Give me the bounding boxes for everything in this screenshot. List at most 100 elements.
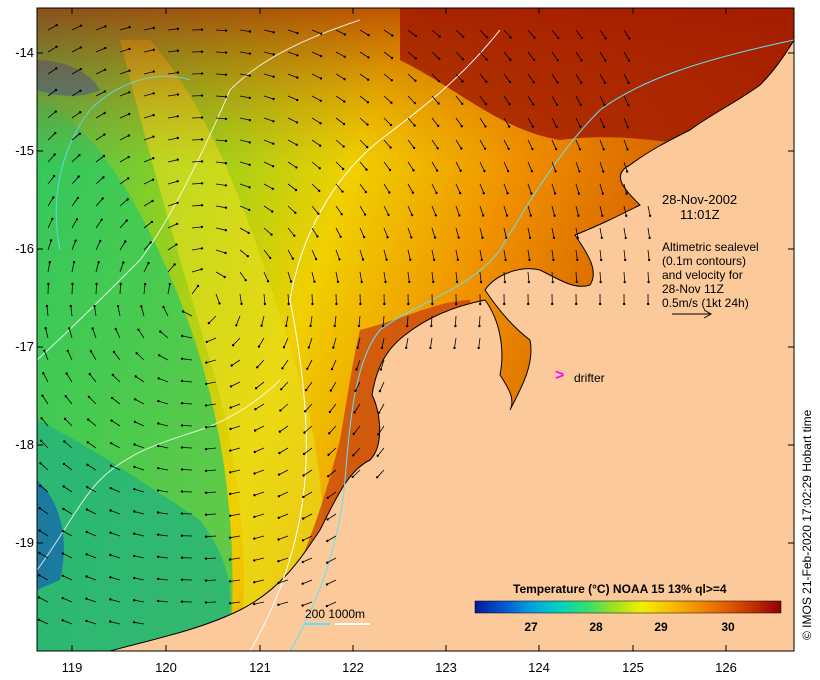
velocity-arrow-head xyxy=(228,602,232,605)
velocity-arrow xyxy=(205,601,217,603)
velocity-arrow-head xyxy=(55,45,58,48)
velocity-arrow-head xyxy=(385,258,388,261)
velocity-arrow-head xyxy=(246,255,249,258)
velocity-arrow-head xyxy=(156,533,160,536)
velocity-arrow-head xyxy=(330,367,334,371)
velocity-arrow-head xyxy=(532,58,536,62)
velocity-arrow-head xyxy=(229,385,233,388)
velocity-arrow-head xyxy=(438,57,441,60)
velocity-arrow-head xyxy=(71,282,74,286)
velocity-arrow-head xyxy=(301,539,305,542)
velocity-arrow-head xyxy=(390,79,393,82)
velocity-arrow-head xyxy=(328,432,331,435)
velocity-arrow-head xyxy=(133,443,136,446)
velocity-arrow-head xyxy=(52,196,55,199)
velocity-arrow-head xyxy=(319,77,323,80)
velocity-arrow-head xyxy=(256,366,259,369)
velocity-arrow-head xyxy=(319,144,322,147)
velocity-arrow-head xyxy=(134,398,137,401)
velocity-arrow-head xyxy=(110,396,114,400)
velocity-arrow-head xyxy=(575,280,578,284)
velocity-arrow-head xyxy=(110,419,113,422)
velocity-arrow-head xyxy=(62,462,66,466)
velocity-arrow-head xyxy=(204,601,208,604)
velocity-arrow-head xyxy=(61,552,65,555)
velocity-arrow-head xyxy=(104,25,107,28)
velocity-arrow-head xyxy=(278,451,281,455)
velocity-arrow-head xyxy=(133,599,136,602)
velocity-arrow-head xyxy=(628,37,631,40)
velocity-arrow-head xyxy=(646,302,650,306)
velocity-arrow-head xyxy=(180,379,184,383)
velocity-arrow-head xyxy=(532,103,535,106)
velocity-arrow-head xyxy=(460,125,463,128)
velocity-arrow-head xyxy=(438,35,441,38)
velocity-arrow-head xyxy=(277,560,280,563)
velocity-arrow-head xyxy=(359,302,362,306)
velocity-arrow-head xyxy=(109,487,113,490)
velocity-arrow-head xyxy=(333,324,336,328)
velocity-arrow-head xyxy=(456,258,460,261)
velocity-arrow-head xyxy=(147,261,150,265)
velocity-arrow-head xyxy=(102,154,106,158)
velocity-arrow-head xyxy=(196,284,200,288)
velocity-arrow-head xyxy=(53,153,56,156)
velocity-arrow-head xyxy=(387,213,390,217)
velocity-arrow-head xyxy=(86,486,89,489)
velocity-arrow-head xyxy=(311,302,314,306)
y-tick-label: -19 xyxy=(15,535,34,550)
velocity-arrow-head xyxy=(329,389,332,392)
velocity-arrow-head xyxy=(307,346,310,349)
velocity-arrow-head xyxy=(414,79,417,83)
velocity-arrow-head xyxy=(309,324,312,328)
velocity-arrow-head xyxy=(114,327,117,331)
velocity-arrow-head xyxy=(180,446,184,449)
velocity-arrow-head xyxy=(318,167,321,170)
velocity-arrow-head xyxy=(61,596,64,600)
velocity-arrow-head xyxy=(180,357,184,360)
drifter-icon: > xyxy=(555,367,565,384)
velocity-arrow-head xyxy=(97,261,100,264)
velocity-arrow-head xyxy=(529,214,532,217)
velocity-arrow-head xyxy=(437,80,441,83)
velocity-arrow-head xyxy=(229,427,232,431)
velocity-arrow-head xyxy=(45,304,49,308)
velocity-arrow-head xyxy=(277,473,281,476)
velocity-arrow-head xyxy=(272,31,275,34)
velocity-arrow-head xyxy=(484,125,487,128)
velocity-arrow-head xyxy=(626,126,630,129)
velocity-arrow-head xyxy=(555,125,558,129)
velocity-arrow-head xyxy=(625,170,629,173)
velocity-arrow-head xyxy=(156,489,160,492)
velocity-arrow-head xyxy=(365,145,369,149)
velocity-arrow-head xyxy=(200,225,204,229)
velocity-arrow-head xyxy=(38,507,41,510)
x-tick-label: 124 xyxy=(528,660,550,675)
velocity-arrow-head xyxy=(253,515,256,519)
velocity-arrow-head xyxy=(433,236,437,239)
velocity-arrow-head xyxy=(135,352,138,355)
velocity-arrow-head xyxy=(295,143,298,146)
velocity-arrow-head xyxy=(253,537,256,540)
velocity-arrow-head xyxy=(103,90,107,93)
velocity-arrow-head xyxy=(254,408,257,411)
velocity-arrow-head xyxy=(128,91,131,94)
velocity-arrow-head xyxy=(508,103,511,106)
velocity-arrow-head xyxy=(109,620,112,623)
velocity-arrow-head xyxy=(460,147,463,150)
velocity-arrow-head xyxy=(343,78,346,81)
velocity-arrow-head xyxy=(103,68,107,72)
velocity-arrow-head xyxy=(200,204,204,207)
velocity-arrow-head xyxy=(531,125,535,128)
velocity-arrow-head xyxy=(407,302,410,306)
velocity-arrow-head xyxy=(506,169,510,173)
velocity-arrow-head xyxy=(109,464,113,467)
velocity-arrow-head xyxy=(269,256,272,260)
velocity-arrow-head xyxy=(429,346,432,350)
velocity-arrow-head xyxy=(62,507,65,511)
velocity-arrow-head xyxy=(152,26,155,30)
velocity-arrow-head xyxy=(332,346,335,349)
velocity-arrow-head xyxy=(272,142,275,145)
velocity-arrow-head xyxy=(327,453,330,456)
velocity-arrow-head xyxy=(485,36,489,39)
